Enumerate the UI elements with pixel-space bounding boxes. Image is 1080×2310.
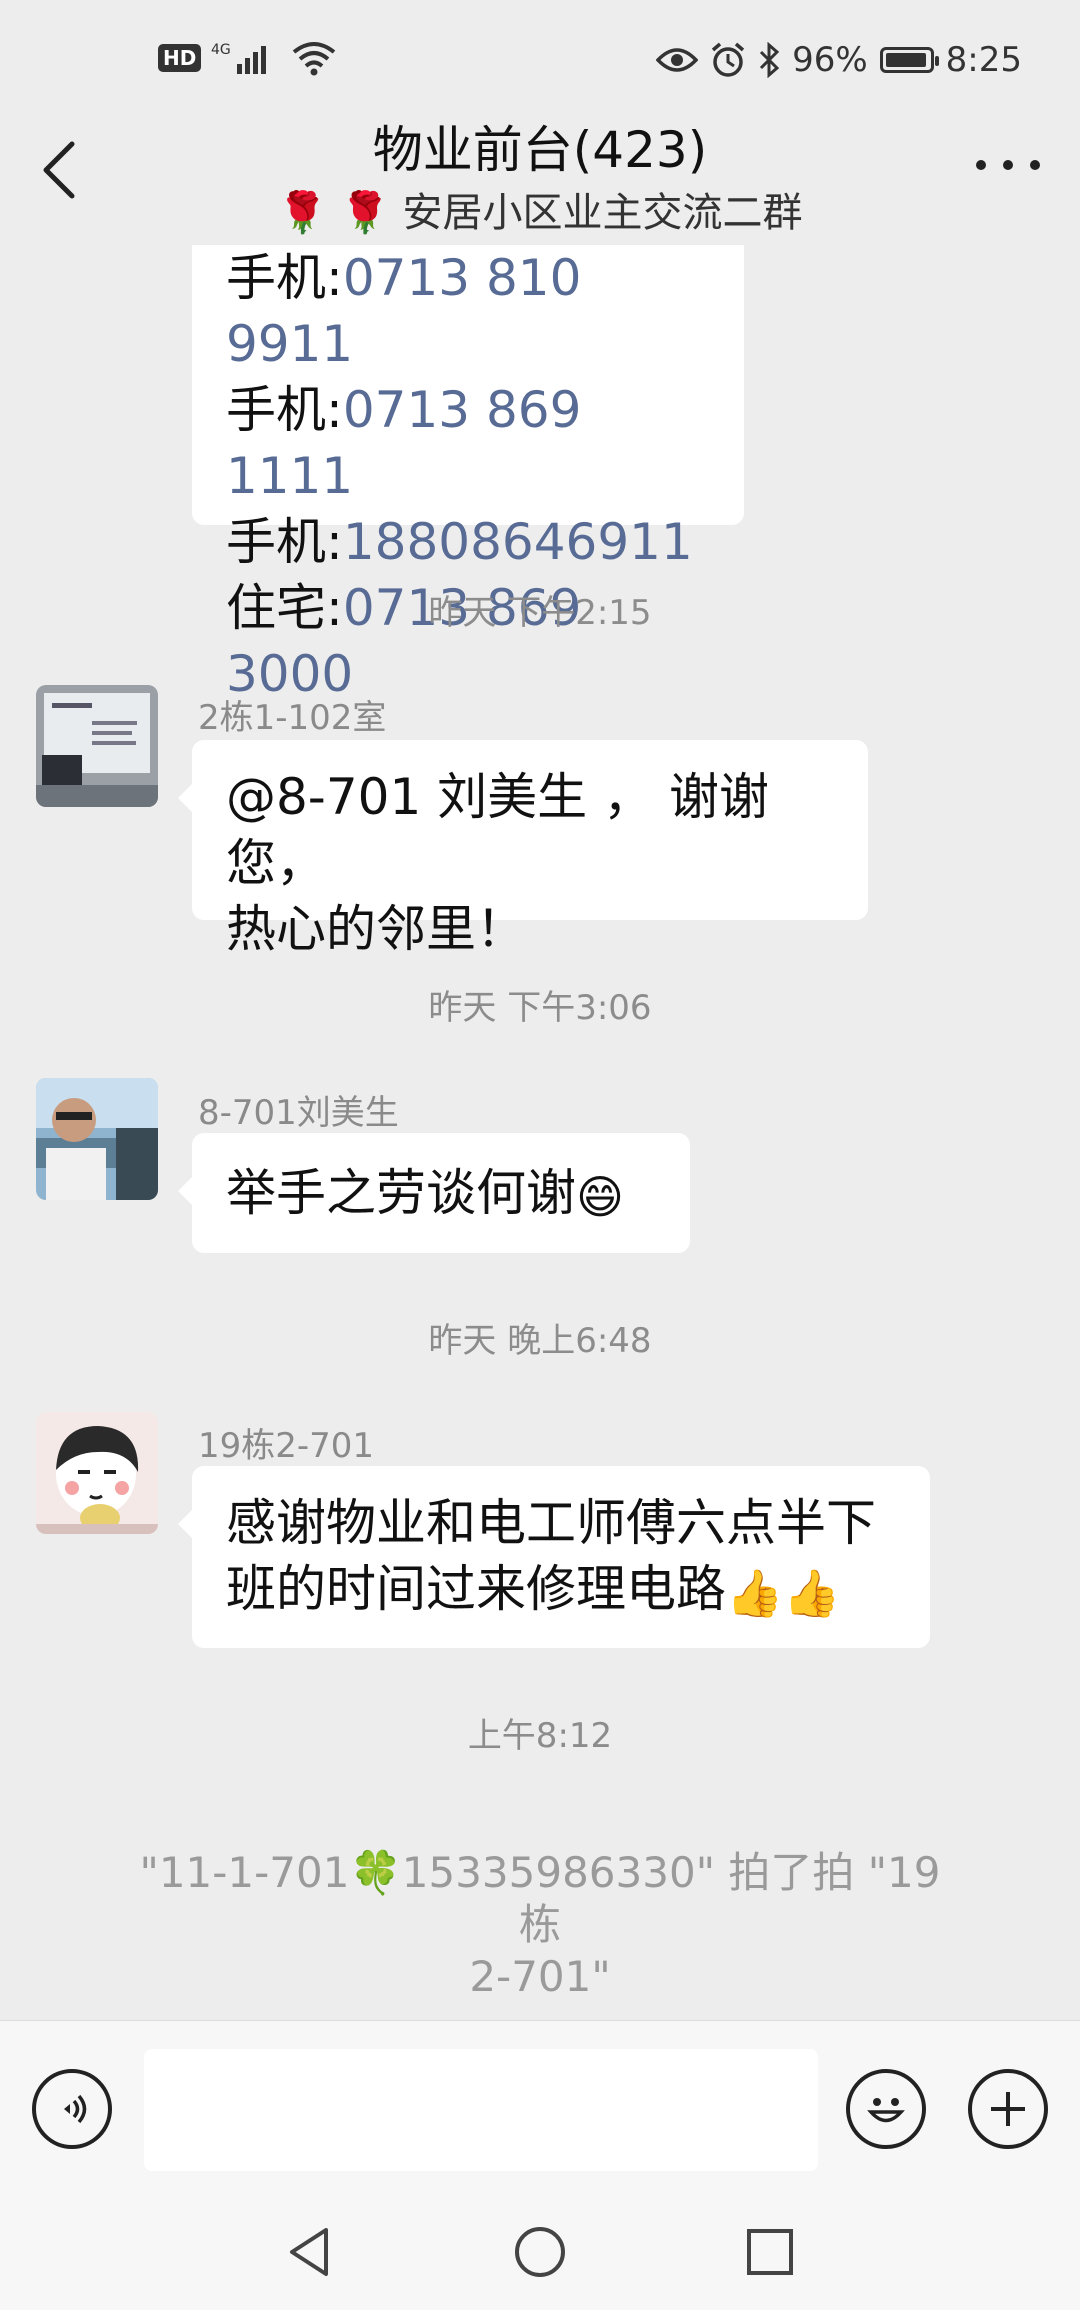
nav-recent-icon[interactable]: [744, 2226, 796, 2278]
phone-label: 手机:: [226, 513, 343, 571]
input-bar: [0, 2020, 1080, 2201]
plus-icon: [991, 2092, 1025, 2126]
system-text: 2-701": [469, 1952, 611, 2001]
message-bubble: 手机:0713 810 9911 手机:0713 869 1111 手机:188…: [192, 245, 744, 703]
timestamp: 上午8:12: [467, 1716, 613, 1756]
message-input[interactable]: [144, 2049, 818, 2171]
sender-name: 2栋1-102室: [198, 698, 387, 738]
timestamp: 昨天 下午3:06: [428, 988, 652, 1028]
wifi-icon: [293, 42, 336, 76]
message-text: 班的时间过来修理电路: [226, 1560, 726, 1618]
battery-icon: [879, 47, 939, 73]
signal-icon: 4G: [211, 42, 267, 74]
system-text: "11-1-701🍀15335986330" 拍了拍 "19 栋: [139, 1848, 941, 1949]
chat-header: 物业前台(423) 🌹 🌹 安居小区业主交流二群: [0, 110, 1080, 240]
phone-line: 手机:0713 869 1111: [226, 377, 710, 509]
nav-back-icon[interactable]: [284, 2224, 334, 2280]
network-label: 4G: [211, 42, 231, 58]
alarm-icon: [711, 42, 745, 77]
battery-percent: 96%: [792, 40, 868, 80]
phone-line: 手机:18808646911: [226, 509, 710, 575]
message-text: @8-701 刘美生 ， 谢谢您，: [226, 768, 769, 892]
emoji-button[interactable]: [846, 2069, 926, 2149]
thumbs-up-emoji-icon: 👍👍: [726, 1565, 841, 1620]
message-bubble: @8-701 刘美生 ， 谢谢您， 热心的邻里！: [178, 740, 868, 958]
chat-title: 物业前台(423): [372, 121, 708, 179]
timestamp: 昨天 晚上6:48: [428, 1321, 652, 1361]
message-text: 热心的邻里！: [226, 900, 526, 958]
message-text: 举手之劳谈何谢: [226, 1164, 576, 1222]
plus-button[interactable]: [968, 2069, 1048, 2149]
chat-subtitle: 🌹 🌹 安居小区业主交流二群: [277, 190, 803, 236]
avatar-image: [36, 1412, 158, 1534]
clock: 8:25: [945, 40, 1022, 80]
message-bubble: 举手之劳谈何谢😄: [178, 1133, 690, 1253]
nav-home-icon[interactable]: [512, 2224, 568, 2280]
hd-badge: HD: [158, 44, 202, 72]
grin-emoji-icon: 😄: [576, 1169, 624, 1224]
emoji-icon: [867, 2098, 905, 2123]
status-bar: HD 4G 96% 8:25: [0, 0, 1080, 120]
system-nav-bar: [0, 2200, 1080, 2310]
status-left: HD 4G: [158, 40, 337, 76]
sender-name: 8-701刘美生: [198, 1093, 399, 1133]
battery-fill: [885, 53, 926, 67]
timestamp: 昨天 下午2:15: [428, 593, 652, 633]
system-message: "11-1-701🍀15335986330" 拍了拍 "19 栋 2-701": [120, 1847, 960, 2003]
avatar[interactable]: [36, 1078, 158, 1200]
phone-line: 手机:0713 810 9911: [226, 245, 710, 377]
message-text: 感谢物业和电工师傅六点半下: [226, 1494, 876, 1552]
phone-label: 手机:: [226, 381, 343, 439]
avatar-image: [36, 685, 158, 807]
status-right: 96% 8:25: [656, 40, 1022, 80]
more-icon[interactable]: [976, 150, 1040, 180]
voice-icon: [64, 2094, 87, 2124]
avatar[interactable]: [36, 685, 158, 807]
avatar[interactable]: [36, 1412, 158, 1534]
bluetooth-icon: [760, 42, 780, 78]
message-bubble: 感谢物业和电工师傅六点半下 班的时间过来修理电路👍👍: [178, 1466, 930, 1648]
avatar-image: [36, 1078, 158, 1200]
phone-number[interactable]: 18808646911: [343, 513, 693, 571]
phone-label: 手机:: [226, 249, 343, 307]
voice-button[interactable]: [32, 2069, 112, 2149]
sender-name: 19栋2-701: [198, 1426, 375, 1466]
eye-icon: [656, 48, 699, 72]
